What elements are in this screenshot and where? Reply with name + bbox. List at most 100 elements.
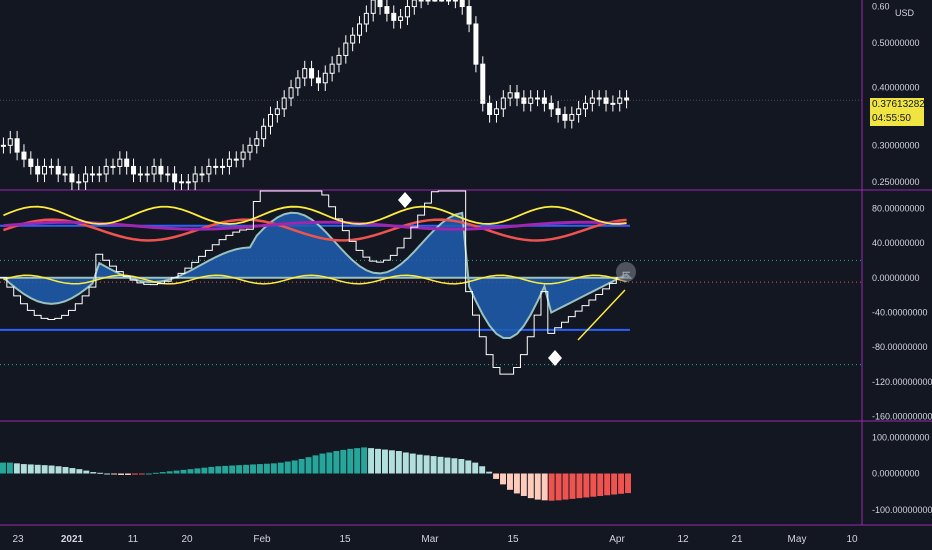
histogram-bar <box>270 463 277 474</box>
histogram-axis-label: -100.00000000 <box>872 505 932 515</box>
oscillator-axis-label: -80.00000000 <box>872 342 928 352</box>
candle-body <box>555 108 561 115</box>
candle-body <box>610 102 616 105</box>
histogram-bar <box>312 455 319 474</box>
time-axis-label: 10 <box>846 534 858 545</box>
histogram-bar <box>395 451 402 474</box>
candle-body <box>185 181 191 184</box>
candle-body <box>103 165 109 175</box>
histogram-bar <box>90 472 97 474</box>
histogram-bar <box>256 464 263 474</box>
candle-body <box>172 173 178 183</box>
candle-body <box>404 6 410 18</box>
time-axis-label: 23 <box>12 534 24 545</box>
candle-body <box>576 108 582 115</box>
histogram-bar <box>118 473 125 475</box>
histogram-bar <box>222 465 229 474</box>
candle-body <box>288 87 294 99</box>
time-axis-label: 21 <box>731 534 743 545</box>
candle-body <box>500 97 506 110</box>
histogram-bar <box>576 473 583 499</box>
candle-body <box>110 165 116 168</box>
candle-body <box>363 12 369 25</box>
candle-body <box>117 158 123 167</box>
candle-body <box>178 181 184 184</box>
histogram-bar <box>62 466 69 474</box>
candle-body <box>391 12 397 21</box>
candle-body <box>411 0 417 8</box>
candle-body <box>309 68 315 79</box>
oscillator-axis-label: 80.00000000 <box>872 203 925 213</box>
candle-body <box>473 23 479 65</box>
oscillator-axis-label: 0.00000000 <box>872 273 920 283</box>
histogram-bar <box>145 473 152 475</box>
candle-body <box>247 144 253 153</box>
histogram-bar <box>34 464 41 474</box>
candle-body <box>14 138 20 153</box>
candle-body <box>151 165 157 175</box>
histogram-bar <box>76 469 83 474</box>
histogram-bar <box>326 452 333 474</box>
candle-body <box>89 173 95 176</box>
candle-body <box>21 151 27 160</box>
histogram-bar <box>0 462 6 474</box>
candle-body <box>480 63 486 104</box>
candle-body <box>589 97 595 104</box>
candle-body <box>322 72 328 84</box>
candle-body <box>432 0 438 2</box>
histogram-bar <box>250 464 256 474</box>
time-axis-label: 11 <box>128 534 139 545</box>
currency-label: USD <box>894 8 914 18</box>
candle-body <box>62 173 68 176</box>
price-axis-label: 0.60 <box>872 2 890 12</box>
histogram-bar <box>458 459 465 474</box>
candle-body <box>603 97 609 104</box>
histogram-bar <box>451 458 458 474</box>
candle-body <box>165 173 171 176</box>
histogram-bar <box>298 459 305 474</box>
histogram-bar <box>13 463 20 474</box>
candle-body <box>96 173 102 176</box>
candle-body <box>261 125 267 140</box>
histogram-bar <box>444 457 451 474</box>
candle-body <box>624 97 630 101</box>
candle-body <box>220 165 226 168</box>
candle-body <box>131 165 137 175</box>
candle-body <box>35 165 41 175</box>
histogram-bar <box>69 468 76 474</box>
histogram-bar <box>201 467 208 474</box>
histogram-bar <box>20 464 27 474</box>
histogram-bar <box>513 473 520 494</box>
histogram-bar <box>194 468 201 474</box>
histogram-bar <box>243 464 250 474</box>
histogram-bar <box>520 473 527 496</box>
candle-body <box>418 0 424 2</box>
candle-body <box>295 77 301 89</box>
histogram-bar <box>465 460 472 474</box>
candle-body <box>425 0 431 2</box>
candle-body <box>493 108 499 115</box>
candle-body <box>439 0 445 2</box>
histogram-bar <box>347 448 354 474</box>
candle-body <box>459 0 465 8</box>
histogram-bar <box>333 451 340 474</box>
histogram-bar <box>361 447 368 474</box>
histogram-bar <box>215 466 222 474</box>
histogram-bar <box>611 473 618 495</box>
time-axis-label: May <box>788 534 807 545</box>
histogram-axis-label: 0.00000000 <box>872 469 920 479</box>
candle-body <box>274 108 280 115</box>
histogram-bar <box>152 472 159 474</box>
candle-body <box>446 0 452 2</box>
histogram-bar <box>555 473 562 501</box>
histogram-bar <box>534 473 541 500</box>
candle-body <box>42 165 48 175</box>
histogram-bar <box>138 473 145 475</box>
histogram-bar <box>284 461 291 474</box>
histogram-bar <box>569 473 576 499</box>
time-axis-label: 15 <box>507 534 519 545</box>
candle-body <box>535 97 541 100</box>
histogram-bar <box>375 448 381 474</box>
candle-body <box>315 77 321 84</box>
trading-chart[interactable]: 0.60 0.50000000 0.40000000 0.30000000 0.2500… <box>0 0 932 550</box>
